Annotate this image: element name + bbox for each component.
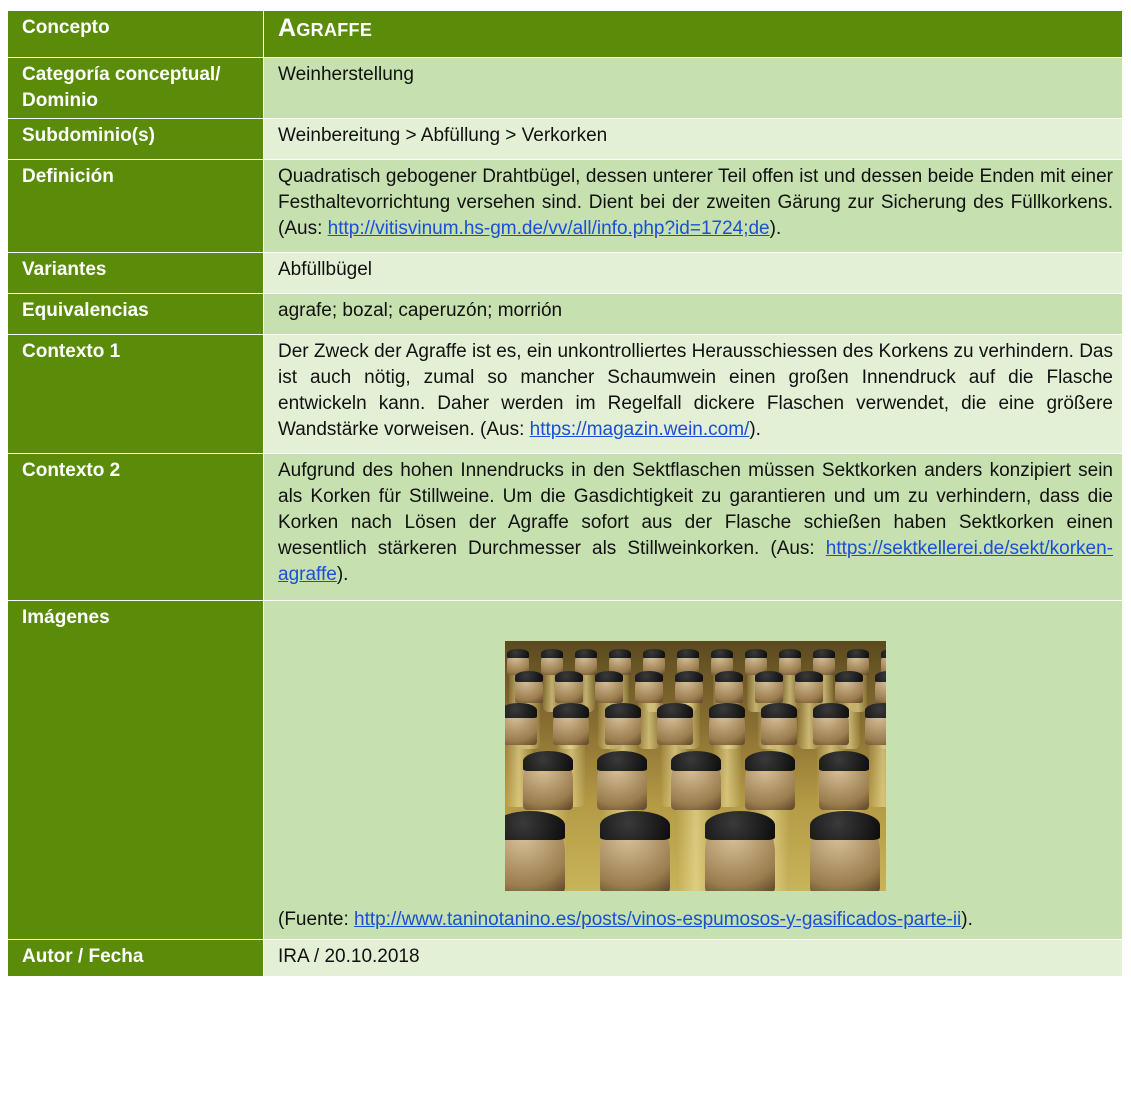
image-caption: (Fuente: http://www.taninotanino.es/post… <box>278 907 1113 933</box>
concept-title-text: Agraffe <box>278 14 373 42</box>
row-categoria: Categoría conceptual/ Dominio Weinherste… <box>7 57 1123 119</box>
image-caption-tail: ). <box>961 909 973 930</box>
contexto2-tail: ). <box>336 564 349 585</box>
row-variantes: Variantes Abfüllbügel <box>7 252 1123 294</box>
value-subdominio: Weinbereitung > Abfüllung > Verkorken <box>263 118 1123 160</box>
value-equivalencias: agrafe; bozal; caperuzón; morrión <box>263 293 1123 335</box>
label-contexto2: Contexto 2 <box>7 453 264 601</box>
label-subdominio: Subdominio(s) <box>7 118 264 160</box>
contexto1-tail: ). <box>749 419 761 440</box>
label-contexto1: Contexto 1 <box>7 334 264 454</box>
contexto1-source-link[interactable]: https://magazin.wein.com/ <box>530 419 750 440</box>
concept-title: Agraffe <box>263 10 1123 58</box>
row-subdominio: Subdominio(s) Weinbereitung > Abfüllung … <box>7 118 1123 160</box>
image-container <box>278 641 1113 891</box>
label-imagenes: Imágenes <box>7 600 264 940</box>
row-autor: Autor / Fecha IRA / 20.10.2018 <box>7 939 1123 977</box>
definicion-source-link[interactable]: http://vitisvinum.hs-gm.de/vv/all/info.p… <box>328 218 770 239</box>
value-contexto2: Aufgrund des hohen Innendrucks in den Se… <box>263 453 1123 601</box>
label-concepto: Concepto <box>7 10 264 58</box>
definicion-tail: ). <box>769 218 782 239</box>
term-record-table: Concepto Agraffe Categoría conceptual/ D… <box>7 10 1123 977</box>
label-definicion: Definición <box>7 159 264 253</box>
term-record-card: Concepto Agraffe Categoría conceptual/ D… <box>7 10 1123 977</box>
sparkling-wine-bottles-photo <box>505 641 886 891</box>
value-variantes: Abfüllbügel <box>263 252 1123 294</box>
image-caption-prefix: (Fuente: <box>278 909 355 930</box>
row-contexto2: Contexto 2 Aufgrund des hohen Innendruck… <box>7 453 1123 601</box>
row-equivalencias: Equivalencias agrafe; bozal; caperuzón; … <box>7 293 1123 335</box>
label-autor: Autor / Fecha <box>7 939 264 977</box>
row-contexto1: Contexto 1 Der Zweck der Agraffe ist es,… <box>7 334 1123 454</box>
row-imagenes: Imágenes (Fuente: http://www.taninotanin… <box>7 600 1123 940</box>
label-equivalencias: Equivalencias <box>7 293 264 335</box>
value-contexto1: Der Zweck der Agraffe ist es, ein unkont… <box>263 334 1123 454</box>
row-concepto: Concepto Agraffe <box>7 10 1123 58</box>
value-categoria: Weinherstellung <box>263 57 1123 119</box>
value-autor: IRA / 20.10.2018 <box>263 939 1123 977</box>
value-imagenes: (Fuente: http://www.taninotanino.es/post… <box>263 600 1123 940</box>
label-categoria: Categoría conceptual/ Dominio <box>7 57 264 119</box>
row-definicion: Definición Quadratisch gebogener Drahtbü… <box>7 159 1123 253</box>
value-definicion: Quadratisch gebogener Drahtbügel, dessen… <box>263 159 1123 253</box>
label-variantes: Variantes <box>7 252 264 294</box>
image-source-link[interactable]: http://www.taninotanino.es/posts/vinos-e… <box>354 909 961 930</box>
